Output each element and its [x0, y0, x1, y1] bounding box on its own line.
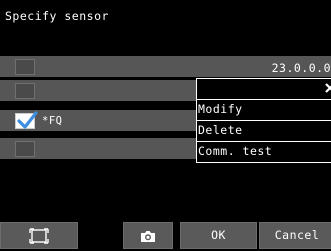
sensor-name-label: *FQ	[42, 115, 63, 127]
capture-button[interactable]	[123, 222, 173, 249]
frame-select-icon	[29, 227, 49, 244]
sensor-row[interactable]: 23.0.0.0	[0, 55, 331, 77]
checkmark-icon	[17, 111, 38, 129]
cancel-button[interactable]: Cancel	[259, 222, 331, 249]
frame-select-button[interactable]	[0, 222, 78, 249]
sensor-checkbox[interactable]	[15, 111, 38, 129]
menu-item-modify[interactable]: Modify	[197, 99, 331, 119]
ok-button[interactable]: OK	[180, 222, 257, 249]
sensor-checkbox[interactable]	[15, 59, 35, 75]
context-menu: Modify Delete Comm. test	[196, 78, 331, 163]
close-icon[interactable]	[325, 83, 331, 93]
sensor-ip-label: 23.0.0.0	[271, 61, 331, 75]
menu-item-comm-test[interactable]: Comm. test	[197, 141, 331, 161]
menu-item-delete[interactable]: Delete	[197, 120, 331, 140]
context-menu-close[interactable]	[197, 79, 331, 97]
camera-icon	[141, 230, 155, 242]
sensor-checkbox[interactable]	[15, 141, 35, 157]
bottom-toolbar: OK Cancel	[0, 218, 331, 251]
sensor-checkbox[interactable]	[15, 83, 35, 99]
screen-title: Specify sensor	[0, 0, 331, 55]
